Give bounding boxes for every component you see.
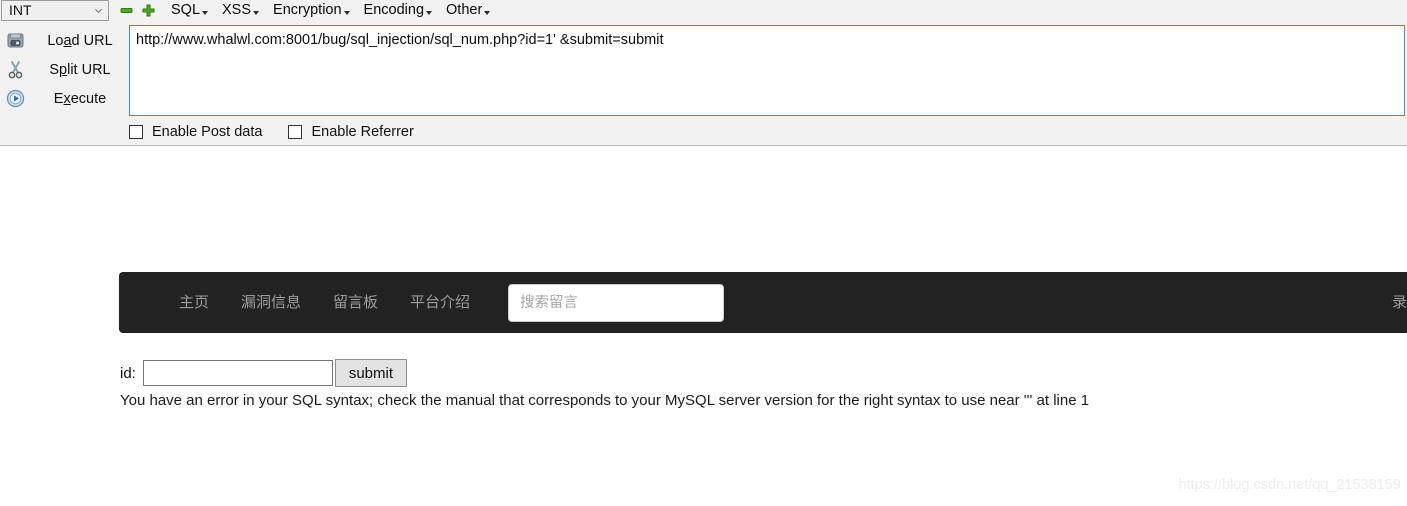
checkbox-icon[interactable] <box>288 125 303 139</box>
hackbar-toolbar: INT SQL XSS Encryption Encoding Other Lo… <box>0 0 1407 146</box>
sql-error-message: You have an error in your SQL syntax; ch… <box>120 392 1090 409</box>
blog-watermark: https://blog.csdn.net/qq_21538159 <box>1178 477 1401 493</box>
load-url-label: Load URL <box>47 32 113 49</box>
id-field-label: id: <box>120 364 136 382</box>
menu-sql[interactable]: SQL <box>171 0 209 21</box>
menu-other[interactable]: Other <box>446 0 491 21</box>
load-url-button[interactable]: Load URL <box>0 26 120 55</box>
payload-type-value: INT <box>9 2 32 18</box>
menu-encoding-label: Encoding <box>363 2 425 18</box>
enable-post-data-label: Enable Post data <box>152 124 263 140</box>
enable-referrer-checkbox[interactable]: Enable Referrer <box>288 124 414 140</box>
nav-item-home[interactable]: 主页 <box>163 272 225 333</box>
menu-encoding[interactable]: Encoding <box>363 0 433 21</box>
nav-item-vuln-info[interactable]: 漏洞信息 <box>225 272 317 333</box>
execute-button[interactable]: Execute <box>0 84 120 113</box>
menu-xss-label: XSS <box>222 2 252 18</box>
menu-encryption-label: Encryption <box>273 2 342 18</box>
nav-item-platform-intro[interactable]: 平台介绍 <box>394 272 486 333</box>
caret-down-icon <box>343 10 350 15</box>
caret-down-icon <box>426 10 433 15</box>
execute-play-icon <box>4 88 26 110</box>
caret-down-icon <box>202 10 209 15</box>
enable-referrer-label: Enable Referrer <box>311 124 414 140</box>
menu-xss[interactable]: XSS <box>222 0 260 21</box>
expand-icon[interactable] <box>140 2 157 19</box>
nav-item-guestbook[interactable]: 留言板 <box>317 272 394 333</box>
load-url-icon <box>4 30 26 52</box>
sql-id-form: id: submit <box>120 359 408 387</box>
menu-encryption[interactable]: Encryption <box>273 0 350 21</box>
menu-sql-label: SQL <box>171 2 201 18</box>
scissors-icon <box>4 59 26 81</box>
chevron-down-icon <box>94 8 103 14</box>
url-textarea[interactable]: http://www.whalwl.com:8001/bug/sql_injec… <box>129 25 1405 116</box>
execute-label: Execute <box>53 90 107 107</box>
enable-post-data-checkbox[interactable]: Enable Post data <box>129 124 262 140</box>
collapse-icon[interactable] <box>118 2 135 19</box>
caret-down-icon <box>253 10 260 15</box>
hackbar-options-row: Enable Post data Enable Referrer <box>129 121 440 143</box>
split-url-button[interactable]: Split URL <box>0 55 120 84</box>
nav-item-login[interactable]: 登录 <box>1391 272 1407 333</box>
id-input[interactable] <box>142 360 333 386</box>
split-url-label: Split URL <box>49 61 111 78</box>
site-navbar: 主页 漏洞信息 留言板 平台介绍 登录 <box>119 272 1407 333</box>
nav-search-input[interactable] <box>508 283 725 322</box>
menu-other-label: Other <box>446 2 483 18</box>
checkbox-icon[interactable] <box>129 125 143 139</box>
browser-page-content: 主页 漏洞信息 留言板 平台介绍 登录 id: submit You have … <box>0 147 1407 506</box>
caret-down-icon <box>484 10 491 15</box>
payload-type-select[interactable]: INT <box>1 0 109 21</box>
submit-button[interactable]: submit <box>334 359 408 387</box>
hackbar-menu-strip: INT SQL XSS Encryption Encoding Other <box>0 0 1407 21</box>
hackbar-action-list: Load URL Split URL Execute <box>0 22 120 124</box>
